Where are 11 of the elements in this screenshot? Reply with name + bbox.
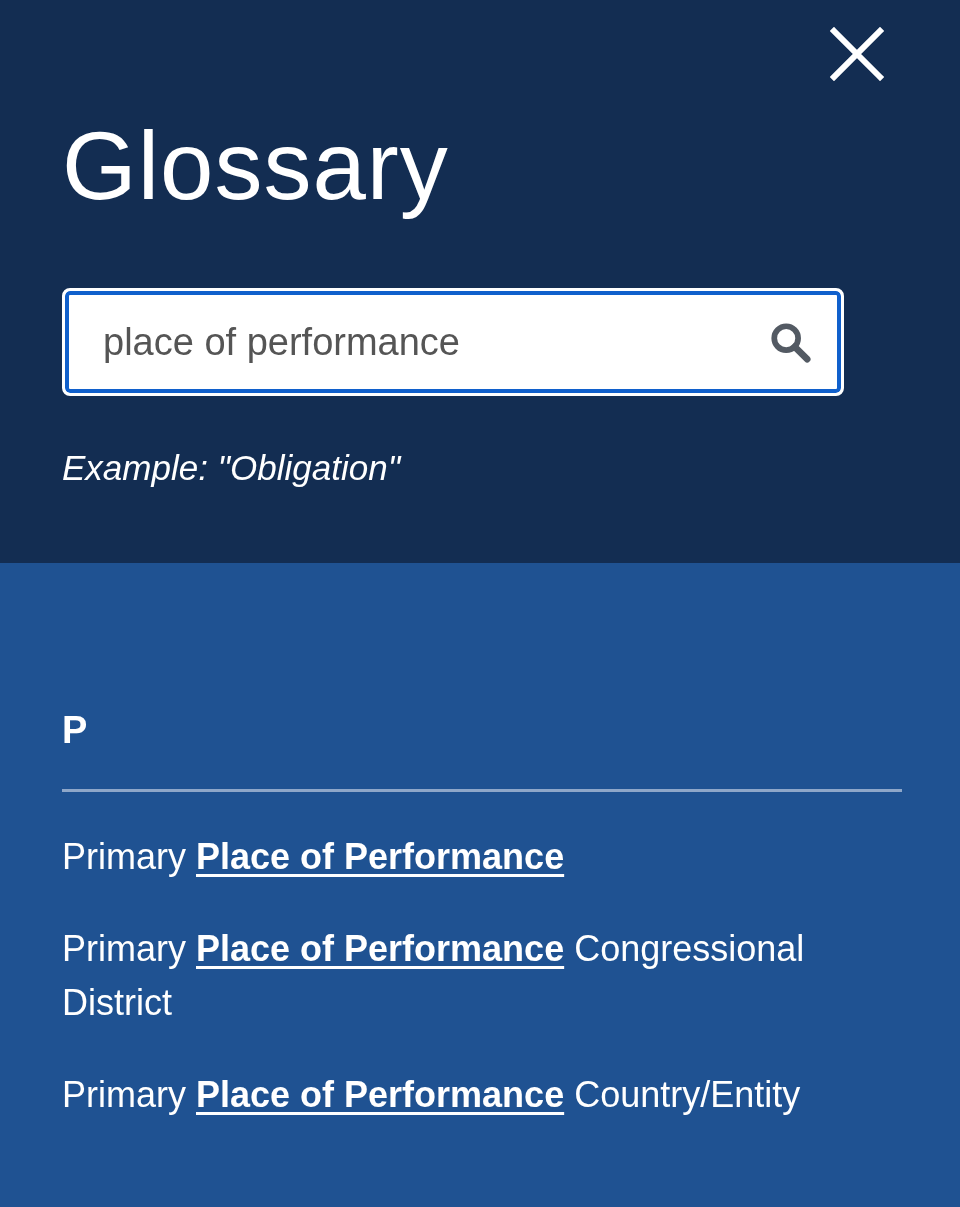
panel-title: Glossary — [62, 111, 450, 221]
search-field[interactable]: place of performance — [62, 288, 844, 396]
example-hint: Example: "Obligation" — [62, 447, 403, 489]
search-input[interactable]: place of performance — [103, 312, 769, 372]
letter-heading: P — [62, 708, 89, 753]
close-button[interactable] — [830, 27, 884, 81]
glossary-term-link[interactable]: Primary Place of Performance Congressional District — [62, 922, 882, 1030]
search-icon[interactable] — [769, 321, 811, 363]
glossary-term-link[interactable]: Primary Place of Performance — [62, 830, 565, 884]
close-icon — [830, 27, 884, 81]
glossary-term-link[interactable]: Primary Place of Performance Country/Entity — [62, 1068, 801, 1122]
